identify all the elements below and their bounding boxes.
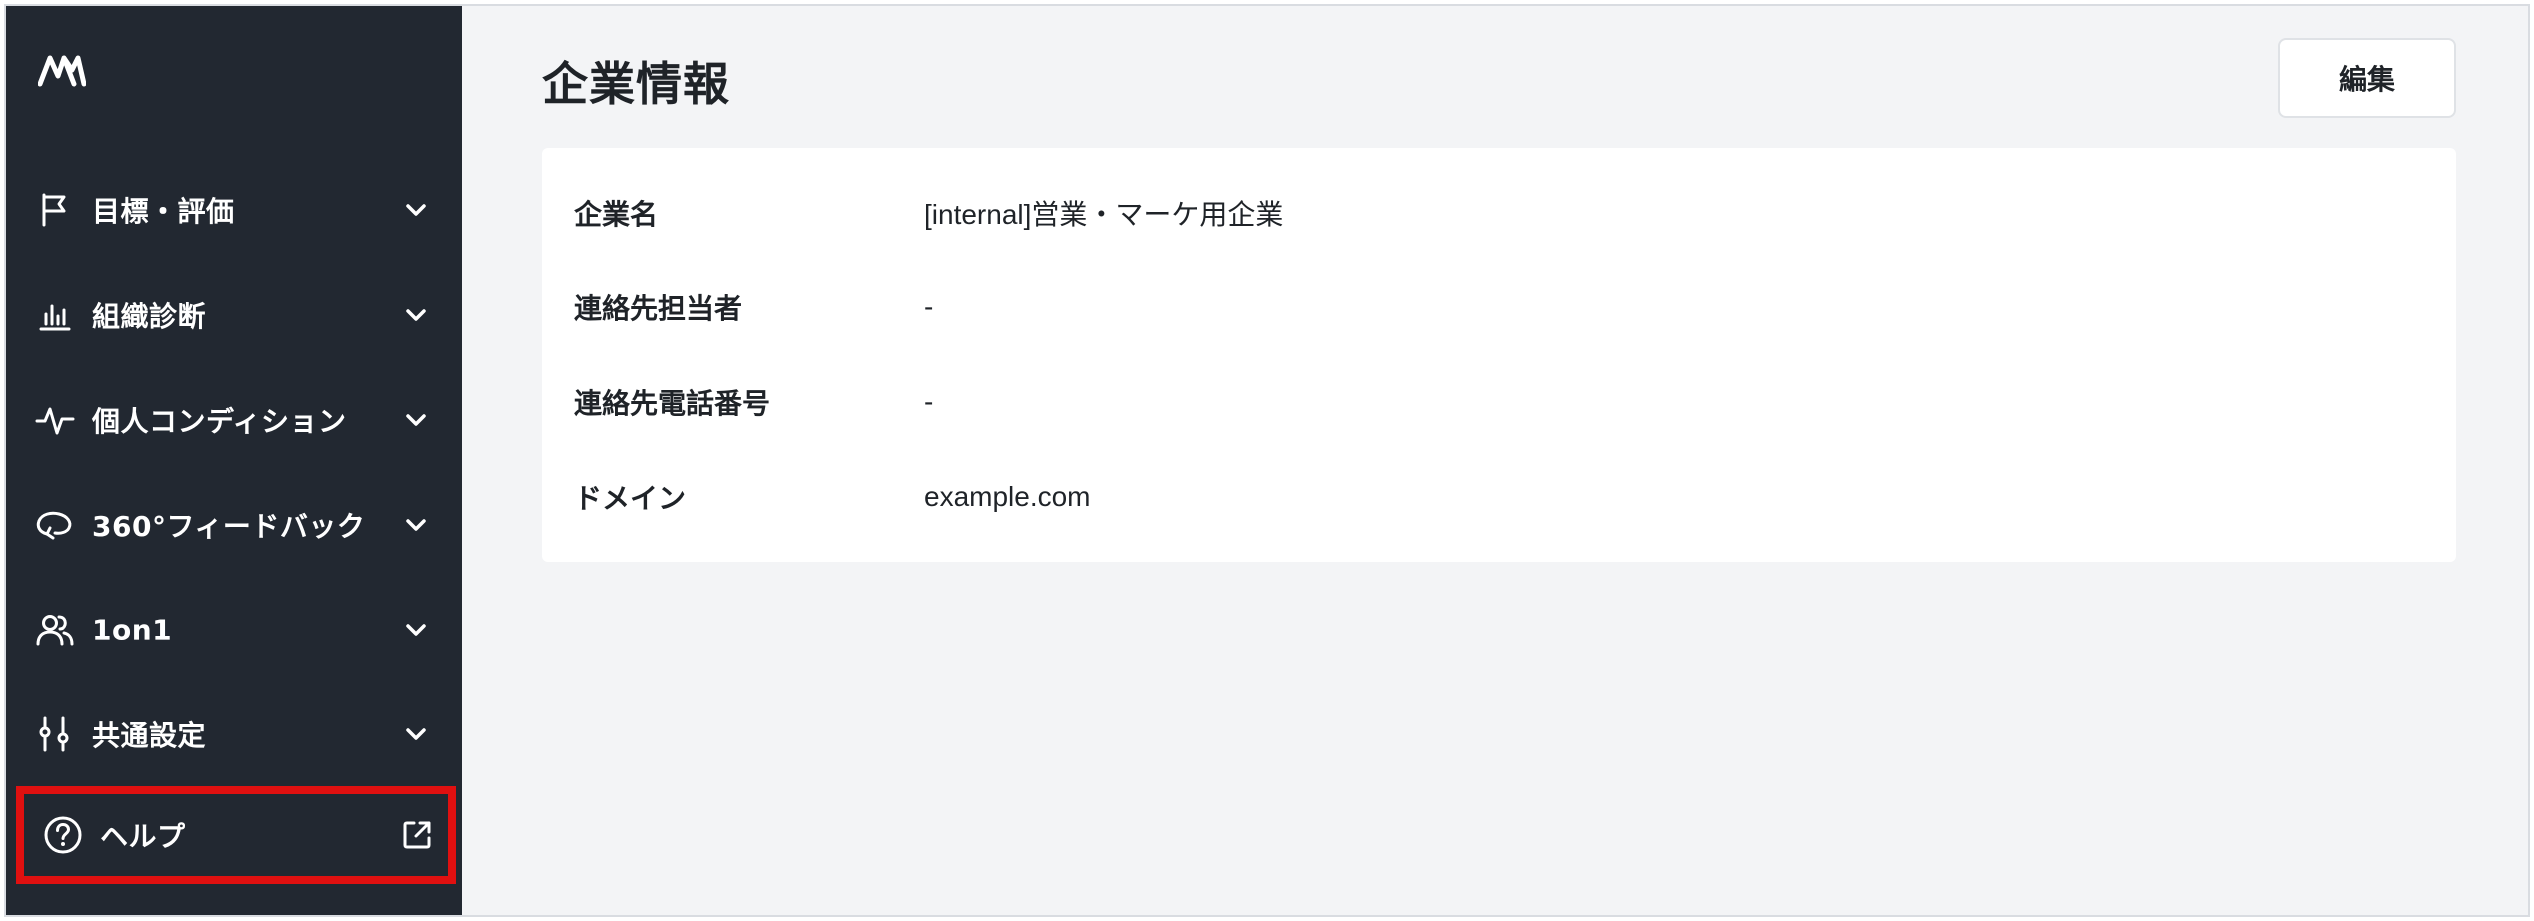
bar-chart-icon bbox=[34, 294, 76, 336]
sidebar-item-org-diagnosis[interactable]: 組織診断 bbox=[6, 273, 462, 357]
sidebar-item-common-settings[interactable]: 共通設定 bbox=[6, 692, 462, 776]
company-info-card: 企業名 [internal]営業・マーケ用企業 連絡先担当者 - 連絡先電話番号… bbox=[542, 148, 2456, 562]
chevron-down-icon bbox=[406, 309, 426, 321]
edit-button[interactable]: 編集 bbox=[2278, 38, 2456, 118]
sidebar-item-360-feedback[interactable]: 360°フィードバック bbox=[6, 483, 462, 567]
sidebar-item-label: 共通設定 bbox=[92, 719, 207, 752]
sliders-icon bbox=[34, 713, 76, 755]
brand-logo-icon[interactable] bbox=[38, 50, 86, 90]
info-row-company-name: 企業名 [internal]営業・マーケ用企業 bbox=[542, 166, 2456, 260]
sidebar-item-goals-evaluation[interactable]: 目標・評価 bbox=[6, 168, 462, 252]
sidebar-item-label: 組織診断 bbox=[92, 300, 207, 333]
field-value: [internal]営業・マーケ用企業 bbox=[924, 199, 1284, 230]
chevron-down-icon bbox=[406, 728, 426, 740]
chevron-down-icon bbox=[406, 204, 426, 216]
sidebar-item-label: ヘルプ bbox=[100, 820, 186, 853]
sidebar-item-label: 個人コンディション bbox=[92, 405, 347, 438]
chevron-down-icon bbox=[406, 519, 426, 531]
info-row-contact-person: 連絡先担当者 - bbox=[542, 260, 2456, 354]
flag-icon bbox=[34, 189, 76, 231]
field-value: - bbox=[924, 291, 934, 322]
page-title: 企業情報 bbox=[542, 57, 730, 111]
info-row-contact-phone: 連絡先電話番号 - bbox=[542, 355, 2456, 449]
field-value: example.com bbox=[924, 481, 1091, 512]
feedback-loop-icon bbox=[34, 504, 76, 546]
field-value: - bbox=[924, 386, 934, 417]
sidebar-item-label: 360°フィードバック bbox=[92, 510, 366, 543]
sidebar-item-1on1[interactable]: 1on1 bbox=[6, 588, 462, 672]
external-link-icon bbox=[403, 821, 431, 849]
pulse-icon bbox=[34, 399, 76, 441]
field-label: 連絡先電話番号 bbox=[574, 387, 771, 420]
field-label: ドメイン bbox=[574, 482, 687, 515]
chevron-down-icon bbox=[406, 414, 426, 426]
info-row-domain: ドメイン example.com bbox=[542, 450, 2456, 544]
help-circle-icon bbox=[42, 814, 84, 856]
field-label: 企業名 bbox=[574, 198, 659, 231]
app-window: 目標・評価 組織診断 個人コンディション 360°フィードバック 1on1 共通… bbox=[4, 4, 2530, 917]
chevron-down-icon bbox=[406, 624, 426, 636]
users-icon bbox=[34, 609, 76, 651]
sidebar-item-label: 目標・評価 bbox=[92, 195, 235, 228]
field-label: 連絡先担当者 bbox=[574, 292, 743, 325]
sidebar-item-personal-condition[interactable]: 個人コンディション bbox=[6, 378, 462, 462]
sidebar-item-label: 1on1 bbox=[92, 613, 173, 647]
sidebar-item-help[interactable]: ヘルプ bbox=[16, 786, 456, 884]
sidebar: 目標・評価 組織診断 個人コンディション 360°フィードバック 1on1 共通… bbox=[6, 6, 462, 915]
